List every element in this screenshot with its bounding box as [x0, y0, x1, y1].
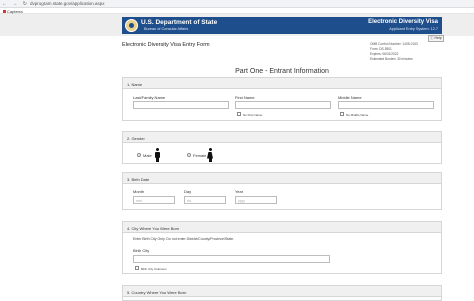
page-header: U.S. Department of State Bureau of Consu…	[0, 14, 474, 36]
male-icon	[154, 148, 160, 162]
bookmark-label: Capterra	[7, 8, 23, 14]
no-middle-name-checkbox[interactable]	[340, 112, 344, 116]
section-birth-city: 4. City Where You Were Born Enter Birth …	[122, 221, 442, 274]
day-input[interactable]: dd	[184, 196, 226, 204]
no-first-name-label: No First Name	[243, 112, 263, 117]
female-radio[interactable]	[187, 153, 191, 157]
birth-city-unknown-checkbox[interactable]	[135, 266, 139, 270]
first-name-label: First Name	[235, 95, 255, 100]
month-input[interactable]: mm	[133, 196, 175, 204]
help-label: Help	[434, 36, 442, 40]
form-meta: OMB Control Number: 1405-0153 Form: DS-5…	[370, 42, 442, 62]
section-heading: 4. City Where You Were Born	[123, 222, 441, 233]
no-middle-name-label: No Middle Name	[346, 112, 369, 117]
header-banner: U.S. Department of State Bureau of Consu…	[122, 17, 442, 34]
section-heading: 1. Name	[123, 78, 441, 89]
part-title: Part One - Entrant Information	[235, 68, 329, 75]
bookmark-capterra[interactable]: Capterra	[3, 9, 23, 14]
help-button[interactable]: ⓘ Help	[428, 35, 444, 42]
female-icon	[207, 148, 213, 162]
year-label: Year	[235, 189, 244, 194]
section-heading: 3. Birth Date	[123, 173, 441, 184]
birth-city-instruction: Enter Birth City Only. Do not enter Dist…	[133, 237, 235, 241]
estimated-burden: Estimated Burden: 30 minutes	[370, 57, 413, 61]
section-gender: 2. Gender Male Female	[122, 131, 442, 164]
capterra-icon	[3, 9, 6, 13]
edv-system-version: Applicant Entry System: 12.7	[389, 27, 438, 31]
section-birth-date: 3. Birth Date Month mm Day dd Year yyyy	[122, 172, 442, 210]
birth-city-unknown-label: Birth City Unknown	[141, 266, 167, 271]
section-heading: 5. Country Where You Were Born	[123, 286, 441, 297]
form-title: Electronic Diversity Visa Entry Form	[122, 42, 210, 48]
browser-toolbar: ← → ↻ dvprogram.state.gov/application.as…	[0, 0, 474, 8]
birth-city-input[interactable]	[133, 255, 330, 263]
birth-city-label: Birth City	[133, 248, 150, 253]
section-heading: 2. Gender	[123, 132, 441, 143]
day-label: Day	[184, 189, 192, 194]
male-radio[interactable]	[137, 153, 141, 157]
middle-name-label: Middle Name	[338, 95, 362, 100]
middle-name-input[interactable]	[338, 101, 434, 109]
section-name: 1. Name Last/Family Name First Name No F…	[122, 77, 442, 121]
male-label: Male	[143, 153, 152, 158]
browser-nav-icons[interactable]: ← → ↻	[2, 1, 29, 7]
female-label: Female	[193, 153, 207, 158]
dept-name: U.S. Department of State	[141, 19, 218, 26]
state-seal-icon	[125, 18, 138, 32]
edv-title: Electronic Diversity Visa	[368, 19, 438, 25]
first-name-input[interactable]	[235, 101, 331, 109]
last-name-label: Last/Family Name	[133, 95, 166, 100]
last-name-input[interactable]	[133, 101, 229, 109]
bureau-name: Bureau of Consular Affairs	[144, 27, 189, 31]
no-first-name-checkbox[interactable]	[237, 112, 241, 116]
year-input[interactable]: yyyy	[235, 196, 277, 204]
month-label: Month	[133, 189, 145, 194]
address-bar[interactable]: dvprogram.state.gov/application.aspx	[30, 1, 105, 6]
